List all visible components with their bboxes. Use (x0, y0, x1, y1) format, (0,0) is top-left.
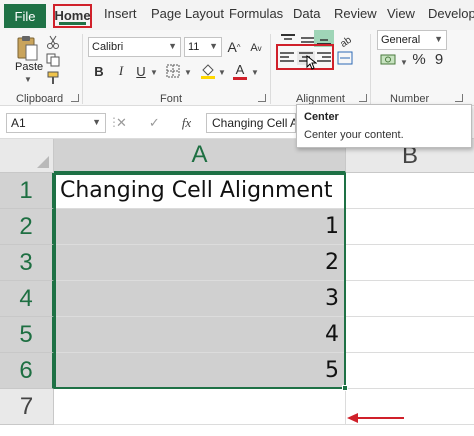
copy-icon[interactable] (46, 53, 60, 67)
cell-a2[interactable]: 1 (54, 209, 346, 245)
formula-input[interactable]: Changing Cell Alignment (206, 113, 296, 133)
row-header-3[interactable]: 3 (0, 245, 54, 281)
row-header-5[interactable]: 5 (0, 317, 54, 353)
cell-b1[interactable] (346, 173, 474, 209)
paste-label[interactable]: Paste (15, 61, 43, 73)
paste-chevron-down-icon[interactable]: ▼ (24, 75, 32, 84)
cell-b6[interactable] (346, 353, 474, 389)
accounting-format-icon[interactable] (380, 52, 398, 68)
row-header-6[interactable]: 6 (0, 353, 54, 389)
mouse-cursor-icon (305, 54, 317, 70)
chevron-down-icon: ▼ (434, 34, 443, 44)
chevron-down-icon: ▼ (92, 117, 101, 127)
cell-b5[interactable] (346, 317, 474, 353)
cell-a3[interactable]: 2 (54, 245, 346, 281)
alignment-launcher-icon[interactable] (359, 94, 367, 102)
cell-a1[interactable]: Changing Cell Alignment (54, 173, 346, 209)
tab-formulas[interactable]: Formulas (229, 6, 283, 21)
font-size-value: 11 (188, 41, 200, 53)
svg-text:ab: ab (338, 34, 353, 48)
increase-font-size-icon[interactable]: A ^ (226, 37, 242, 57)
tab-data[interactable]: Data (293, 6, 320, 21)
row-header-1[interactable]: 1 (0, 173, 54, 209)
chevron-down-icon: ▼ (168, 41, 177, 51)
comma-style-button[interactable]: 9 (432, 50, 446, 68)
font-group-label: Font (160, 93, 183, 105)
borders-icon[interactable] (165, 63, 181, 79)
formula-content: Changing Cell Alignment (212, 116, 295, 130)
tab-view[interactable]: View (387, 6, 415, 21)
font-size-select[interactable]: 11 ▼ (184, 37, 222, 57)
cancel-icon[interactable]: ✕ (116, 115, 127, 131)
chevron-down-icon[interactable]: ▼ (218, 68, 226, 77)
name-box[interactable]: A1 ▼ (6, 113, 106, 133)
tooltip-title: Center (304, 111, 339, 123)
tab-home[interactable]: Home (53, 4, 92, 28)
formula-buttons: ✕ ✓ fx (116, 113, 191, 133)
fill-handle[interactable] (342, 385, 348, 391)
font-launcher-icon[interactable] (258, 94, 266, 102)
ribbon: Paste ▼ Clipboard Calibri ▼ 11 ▼ A ^ Av B… (0, 30, 474, 106)
chevron-down-icon[interactable]: ▼ (184, 68, 192, 77)
cell-b3[interactable] (346, 245, 474, 281)
cell-a5[interactable]: 4 (54, 317, 346, 353)
wrap-text-icon[interactable] (337, 51, 353, 65)
cell-a4[interactable]: 3 (54, 281, 346, 317)
tab-file[interactable]: File (4, 4, 46, 28)
worksheet-grid: A B 1 2 3 4 5 6 7 Changing Cell Alignmen… (0, 139, 474, 436)
chevron-down-icon[interactable]: ▼ (251, 68, 259, 77)
row-header-2[interactable]: 2 (0, 209, 54, 245)
align-left-icon[interactable] (279, 51, 295, 65)
tab-page-layout[interactable]: Page Layout (151, 6, 224, 21)
divider (370, 34, 371, 104)
paste-icon[interactable] (14, 34, 40, 62)
align-right-icon[interactable] (316, 51, 332, 65)
italic-button[interactable]: I (114, 63, 128, 79)
enter-icon[interactable]: ✓ (149, 115, 160, 131)
row-header-7[interactable]: 7 (0, 389, 54, 425)
font-color-icon[interactable]: A (232, 61, 248, 81)
row-header-4[interactable]: 4 (0, 281, 54, 317)
divider (270, 34, 271, 104)
red-arrow-icon (346, 411, 406, 428)
name-box-value: A1 (11, 116, 26, 130)
cell-a6[interactable]: 5 (54, 353, 346, 389)
tooltip-description: Center your content. (304, 129, 404, 141)
number-format-value: General (381, 34, 421, 46)
tab-developer[interactable]: Develop (428, 6, 474, 21)
clipboard-group-label: Clipboard (16, 93, 64, 105)
cell-a7[interactable] (54, 389, 346, 425)
number-launcher-icon[interactable] (455, 94, 463, 102)
font-name-value: Calibri (92, 41, 124, 53)
orientation-icon[interactable]: ab (337, 32, 353, 48)
tab-review[interactable]: Review (334, 6, 377, 21)
percent-style-button[interactable]: % (412, 50, 426, 68)
decrease-font-size-icon[interactable]: Av (248, 39, 264, 57)
divider (82, 34, 83, 104)
center-tooltip: Center Center your content. (296, 104, 472, 148)
tab-insert[interactable]: Insert (104, 6, 137, 21)
chevron-down-icon: ▼ (209, 41, 218, 51)
select-all-button[interactable] (0, 139, 54, 173)
chevron-down-icon[interactable]: ▼ (150, 68, 158, 77)
cell-b2[interactable] (346, 209, 474, 245)
format-painter-icon[interactable] (46, 71, 60, 85)
underline-button[interactable]: U (134, 63, 148, 79)
font-name-select[interactable]: Calibri ▼ (88, 37, 181, 57)
number-format-select[interactable]: General ▼ (377, 30, 447, 50)
cell-b4[interactable] (346, 281, 474, 317)
bold-button[interactable]: B (92, 63, 106, 79)
cut-icon[interactable] (46, 35, 60, 49)
clipboard-launcher-icon[interactable] (71, 94, 79, 102)
fill-color-icon[interactable] (200, 62, 216, 80)
insert-function-icon[interactable]: fx (182, 115, 191, 131)
chevron-down-icon[interactable]: ▼ (400, 58, 408, 67)
menu-bar: File Home Insert Page Layout Formulas Da… (0, 0, 474, 30)
